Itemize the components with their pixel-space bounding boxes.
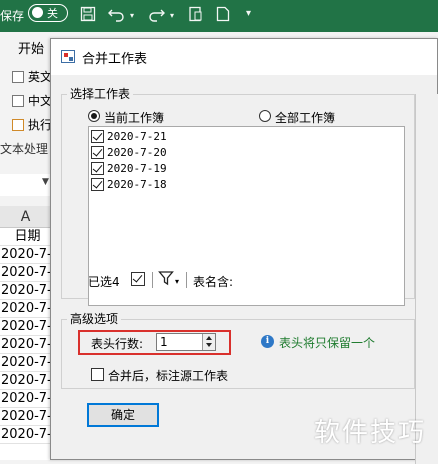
autosave-toggle[interactable]: 关 [28, 4, 68, 22]
sheet-name-filter-label: 表名含: [193, 275, 234, 289]
save-icon[interactable] [80, 6, 96, 26]
header-rows-label: 表头行数: [91, 337, 144, 351]
ribbon-option-label: 中文 [28, 94, 53, 108]
sheet-checkbox[interactable] [91, 145, 104, 159]
radio-current-workbook[interactable] [88, 110, 100, 122]
cell[interactable]: 2020-7-2 [0, 372, 51, 390]
ribbon-group-label: 文本处理 [0, 142, 49, 156]
watermark: 软件技巧 [314, 418, 427, 448]
list-item[interactable]: 2020-7-20 [91, 144, 167, 160]
info-icon: i [261, 335, 274, 348]
sheet-name: 2020-7-21 [107, 129, 167, 143]
dialog-side-panel [415, 94, 438, 464]
document-icon[interactable] [188, 6, 204, 26]
header-rows-stepper[interactable]: 1 [156, 333, 216, 351]
merge-sheets-dialog: 合并工作表 选择工作表 当前工作簿 全部工作簿 2020-7-21 2020-7… [50, 38, 438, 464]
cell[interactable]: 日期 [0, 228, 51, 246]
cell[interactable]: 2020-7-2 [0, 246, 51, 264]
sheet-grid: A 日期 2020-7-2 2020-7-2 2020-7-2 2020-7-2… [0, 206, 52, 460]
execute-icon[interactable] [12, 118, 24, 131]
sheet-checkbox[interactable] [91, 177, 104, 191]
toolbar-divider [152, 272, 153, 288]
cell[interactable]: 2020-7-2 [0, 408, 51, 426]
cell[interactable]: 2020-7-2 [0, 354, 51, 372]
dialog-title: 合并工作表 [82, 52, 148, 67]
cell[interactable]: 2020-7-2 [0, 390, 51, 408]
redo-dropdown-icon[interactable]: ▾ [170, 11, 174, 20]
toolbar-divider [186, 272, 187, 288]
selected-count: 已选4 [88, 275, 120, 289]
cell[interactable]: 2020-7-2 [0, 264, 51, 282]
autosave-state: 关 [47, 7, 58, 20]
sheet-checkbox[interactable] [91, 129, 104, 143]
radio-current-label: 当前工作簿 [104, 111, 165, 125]
stepper-up-icon[interactable] [206, 336, 212, 340]
stepper-down-icon[interactable] [206, 343, 212, 347]
mark-source-label: 合并后，标注源工作表 [108, 369, 229, 383]
header-rows-value[interactable]: 1 [160, 335, 168, 349]
list-item[interactable]: 2020-7-18 [91, 176, 167, 192]
autosave-label: 保存 [0, 9, 25, 23]
checkbox-icon[interactable] [12, 94, 24, 107]
sheet-name: 2020-7-20 [107, 145, 167, 159]
cell[interactable]: 2020-7-2 [0, 300, 51, 318]
info-text: 表头将只保留一个 [279, 336, 376, 350]
sheet-name-filter-input[interactable] [247, 270, 287, 290]
cell[interactable]: 2020-7-2 [0, 336, 51, 354]
sheet-name: 2020-7-19 [107, 161, 167, 175]
cell[interactable]: 2020-7-2 [0, 426, 51, 444]
stepper-buttons[interactable] [202, 334, 215, 350]
undo-icon[interactable] [108, 6, 126, 26]
redo-icon[interactable] [147, 6, 165, 26]
sheet-checkbox[interactable] [91, 161, 104, 175]
toggle-knob [32, 7, 43, 18]
cell[interactable]: 2020-7-2 [0, 318, 51, 336]
name-box[interactable]: ▼ [0, 174, 56, 196]
select-all-checkbox[interactable] [131, 272, 145, 286]
radio-all-workbooks[interactable] [259, 110, 271, 122]
ok-button[interactable]: 确定 [87, 403, 159, 427]
dialog-title-bar[interactable]: 合并工作表 [51, 39, 437, 75]
cell[interactable]: 2020-7-2 [0, 282, 51, 300]
select-sheets-caption: 选择工作表 [67, 85, 134, 102]
ribbon-option-label: 英文 [28, 70, 53, 84]
mark-source-checkbox[interactable] [91, 368, 104, 381]
customize-qat-icon[interactable]: ▾ [246, 8, 251, 19]
ribbon-option-label: 执行 [28, 118, 53, 132]
checkbox-icon[interactable] [12, 70, 24, 83]
excel-title-bar: 保存 关 ▾ ▾ ▾ [0, 0, 438, 32]
ribbon-option-chinese[interactable]: 中文 [0, 92, 52, 109]
chevron-down-icon[interactable]: ▼ [42, 177, 49, 187]
dialog-app-icon [61, 50, 75, 63]
tab-home[interactable]: 开始 [18, 38, 44, 57]
new-file-icon[interactable] [216, 6, 230, 26]
ribbon-option-execute[interactable]: 执行 [0, 116, 52, 133]
advanced-options-caption: 高级选项 [67, 310, 122, 327]
sheet-name: 2020-7-18 [107, 177, 167, 191]
radio-all-label: 全部工作簿 [275, 111, 336, 125]
filter-dropdown-icon[interactable]: ▾ [175, 277, 179, 286]
filter-icon[interactable] [158, 270, 174, 290]
undo-dropdown-icon[interactable]: ▾ [130, 11, 134, 20]
column-header-a[interactable]: A [0, 206, 51, 228]
list-item[interactable]: 2020-7-21 [91, 128, 167, 144]
list-item[interactable]: 2020-7-19 [91, 160, 167, 176]
ribbon-option-english[interactable]: 英文 [0, 68, 52, 85]
